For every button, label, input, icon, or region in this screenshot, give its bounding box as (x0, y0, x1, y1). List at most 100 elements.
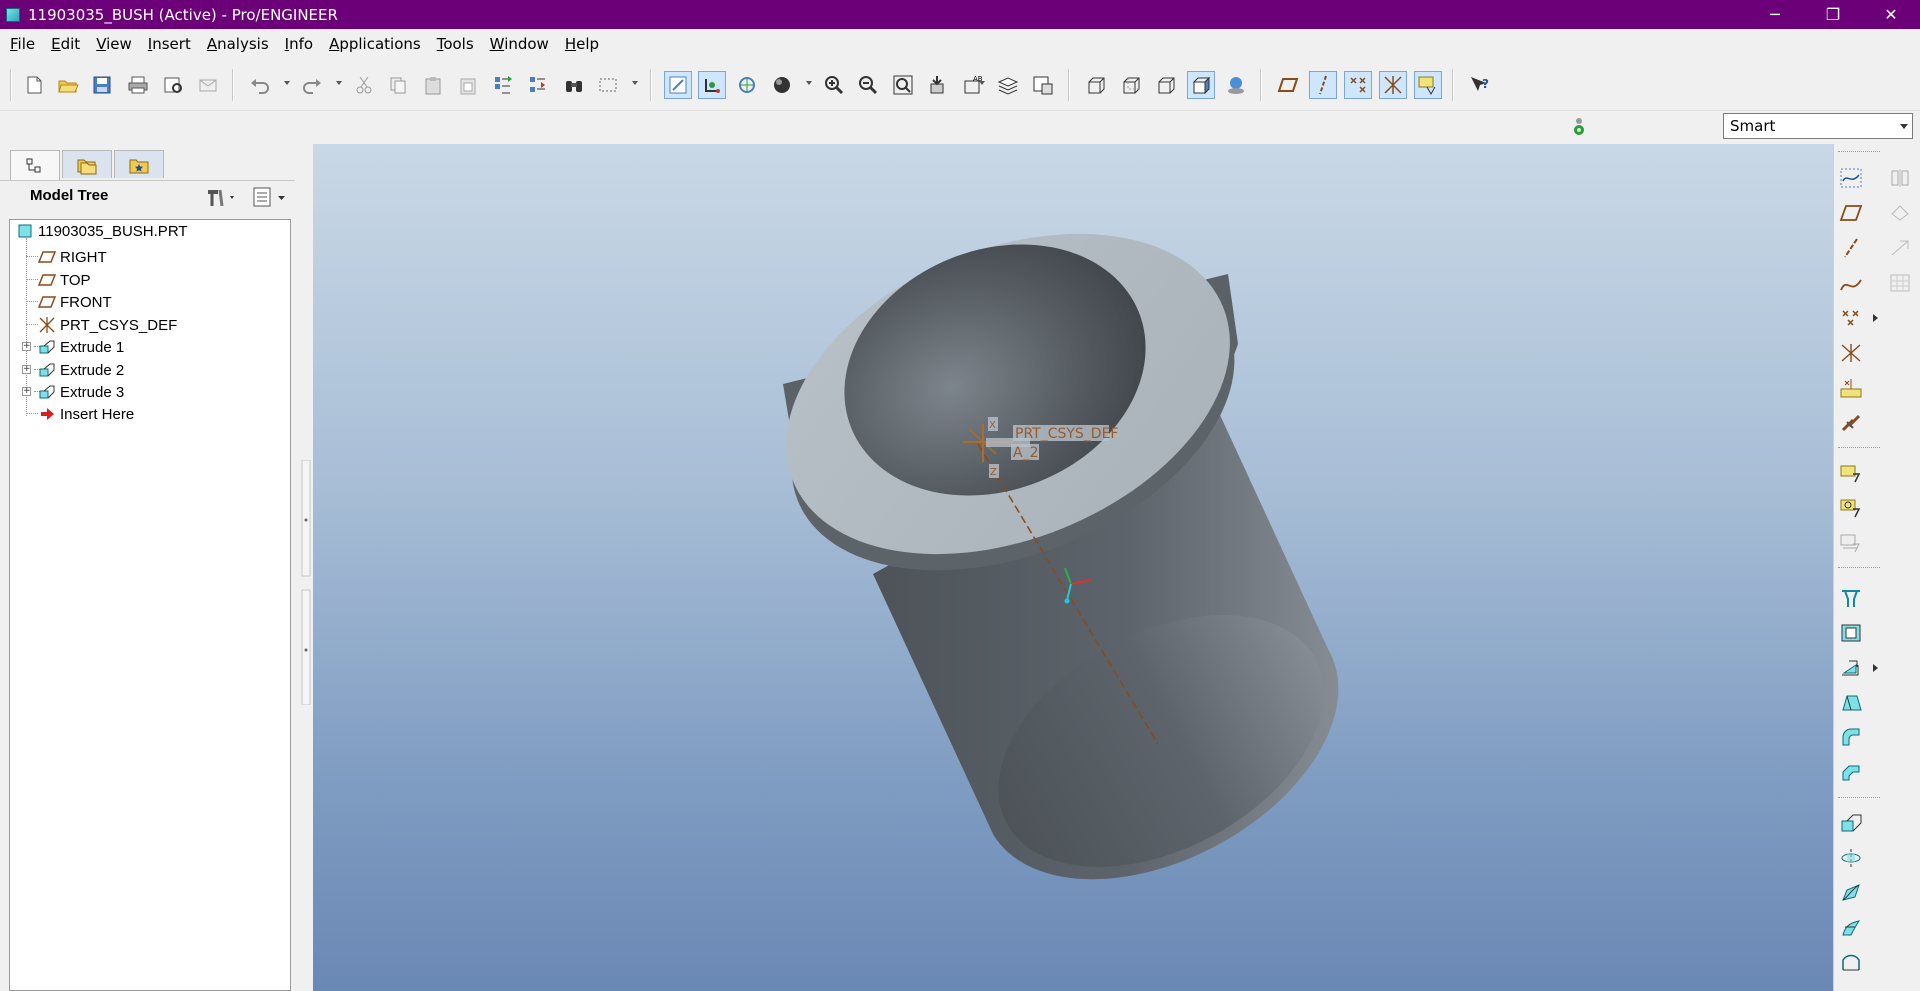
tab-model-tree[interactable] (10, 150, 60, 180)
orient-mode-icon[interactable] (733, 71, 761, 99)
menu-analysis[interactable]: Analysis (201, 35, 275, 53)
menu-applications[interactable]: Applications (323, 35, 427, 53)
datum-point-display-icon[interactable] (1344, 71, 1372, 99)
view-manager-icon[interactable] (1029, 71, 1057, 99)
menu-window[interactable]: Window (484, 35, 555, 53)
regenerate-icon[interactable] (489, 71, 517, 99)
analysis-feature-icon[interactable] (1837, 374, 1865, 402)
window-title: 11903035_BUSH (Active) - Pro/ENGINEER (28, 5, 338, 24)
context-help-icon[interactable]: ? (1466, 71, 1494, 99)
wireframe-icon[interactable] (1082, 71, 1110, 99)
open-folder-icon[interactable] (54, 71, 82, 99)
menu-edit[interactable]: Edit (45, 35, 86, 53)
paste-special-icon (454, 71, 482, 99)
revolve-tool-icon[interactable] (1837, 844, 1865, 872)
menu-tools[interactable]: Tools (431, 35, 480, 53)
menu-insert[interactable]: Insert (142, 35, 197, 53)
datum-plane-display-icon[interactable] (1274, 71, 1302, 99)
reorient-icon[interactable] (924, 71, 952, 99)
tree-item-extrude-2[interactable]: Extrude 2 (38, 359, 124, 381)
dimension-feature-icon[interactable] (1837, 494, 1865, 522)
blend-tool-icon[interactable] (1837, 914, 1865, 942)
rib-flyout-arrow[interactable] (1873, 664, 1878, 672)
tree-item-extrude-1[interactable]: Extrude 1 (38, 336, 124, 358)
tree-settings-button[interactable] (204, 186, 238, 208)
csys-display-icon[interactable] (1379, 71, 1407, 99)
rib-tool-icon[interactable] (1837, 654, 1865, 682)
tree-item-right[interactable]: RIGHT (38, 246, 107, 268)
menu-file[interactable]: File (4, 35, 41, 53)
draft-tool-icon[interactable] (1837, 689, 1865, 717)
csys-icon (38, 317, 56, 333)
datum-tool-icon[interactable] (1837, 409, 1865, 437)
expand-extrude-1[interactable]: + (22, 342, 31, 351)
refit-icon[interactable] (889, 71, 917, 99)
select-box-icon[interactable] (594, 71, 622, 99)
datum-point-flyout-arrow[interactable] (1873, 314, 1878, 322)
datum-plane-icon (38, 249, 56, 265)
saved-views-icon[interactable]: AB (959, 71, 987, 99)
selection-filter-select[interactable]: Smart (1723, 113, 1913, 139)
print-icon[interactable] (124, 71, 152, 99)
hole-tool-icon[interactable] (1837, 584, 1865, 612)
datum-point-tool-icon[interactable] (1837, 304, 1865, 332)
save-icon[interactable] (88, 71, 116, 99)
tree-item-front[interactable]: FRONT (38, 291, 112, 313)
zoom-out-icon[interactable] (854, 71, 882, 99)
redo-icon[interactable] (298, 71, 326, 99)
extrude-icon (38, 384, 56, 400)
layers-icon[interactable] (994, 71, 1022, 99)
boundary-blend-icon[interactable] (1837, 949, 1865, 977)
restore-button[interactable]: ❐ (1804, 0, 1862, 29)
round-tool-icon[interactable] (1837, 724, 1865, 752)
menu-bar: File Edit View Insert Analysis Info Appl… (0, 29, 1920, 59)
tree-item-extrude-3[interactable]: Extrude 3 (38, 381, 124, 403)
tree-root-part[interactable]: 11903035_BUSH.PRT (16, 220, 188, 242)
annotation-feature-icon[interactable] (1837, 459, 1865, 487)
datum-plane-tool-icon[interactable] (1837, 199, 1865, 227)
mirror-tool-icon (1886, 164, 1914, 192)
tab-favorites[interactable] (114, 150, 164, 178)
undo-icon[interactable] (246, 71, 274, 99)
no-hidden-icon[interactable] (1152, 71, 1180, 99)
cut-icon (350, 71, 378, 99)
chamfer-tool-icon[interactable] (1837, 759, 1865, 787)
csys-z-label: Z (990, 467, 997, 478)
datum-plane-icon (38, 294, 56, 310)
tree-item-insert-here[interactable]: Insert Here (38, 403, 134, 425)
title-bar: 11903035_BUSH (Active) - Pro/ENGINEER ─ … (0, 0, 1920, 29)
tree-item-csys[interactable]: PRT_CSYS_DEF (38, 314, 177, 336)
sweep-tool-icon[interactable] (1837, 879, 1865, 907)
tree-item-top[interactable]: TOP (38, 269, 91, 291)
sketch-icon[interactable] (1837, 164, 1865, 192)
repaint-icon[interactable] (664, 71, 692, 99)
menu-view[interactable]: View (90, 35, 138, 53)
datum-curve-tool-icon[interactable] (1837, 269, 1865, 297)
print-preview-icon[interactable] (159, 71, 187, 99)
zoom-in-icon[interactable] (820, 71, 848, 99)
tab-folder-browser[interactable] (62, 150, 112, 178)
datum-axis-tool-icon[interactable] (1837, 234, 1865, 262)
new-file-icon[interactable] (20, 71, 48, 99)
datum-axis-display-icon[interactable] (1309, 71, 1337, 99)
graphics-viewport[interactable]: PRT_CSYS_DEF A_2 X Z (313, 144, 1833, 991)
panel-splitter[interactable] (300, 459, 312, 706)
minimize-button[interactable]: ─ (1746, 0, 1804, 29)
expand-extrude-2[interactable]: + (22, 365, 31, 374)
shell-tool-icon[interactable] (1837, 619, 1865, 647)
annotation-display-icon[interactable] (1414, 71, 1442, 99)
menu-info[interactable]: Info (279, 35, 319, 53)
shading-icon[interactable] (1187, 71, 1215, 99)
menu-help[interactable]: Help (559, 35, 605, 53)
extrude-tool-icon[interactable] (1837, 809, 1865, 837)
csys-tool-icon[interactable] (1837, 339, 1865, 367)
tree-show-button[interactable] (252, 186, 292, 208)
close-button[interactable]: ✕ (1862, 0, 1920, 29)
hidden-line-icon[interactable] (1117, 71, 1145, 99)
enhanced-realism-icon[interactable] (1222, 71, 1250, 99)
find-icon[interactable] (560, 71, 588, 99)
appearance-sphere-icon[interactable] (768, 71, 796, 99)
regen-manager-icon[interactable] (524, 71, 552, 99)
expand-extrude-3[interactable]: + (22, 387, 31, 396)
spin-center-icon[interactable] (698, 71, 726, 99)
